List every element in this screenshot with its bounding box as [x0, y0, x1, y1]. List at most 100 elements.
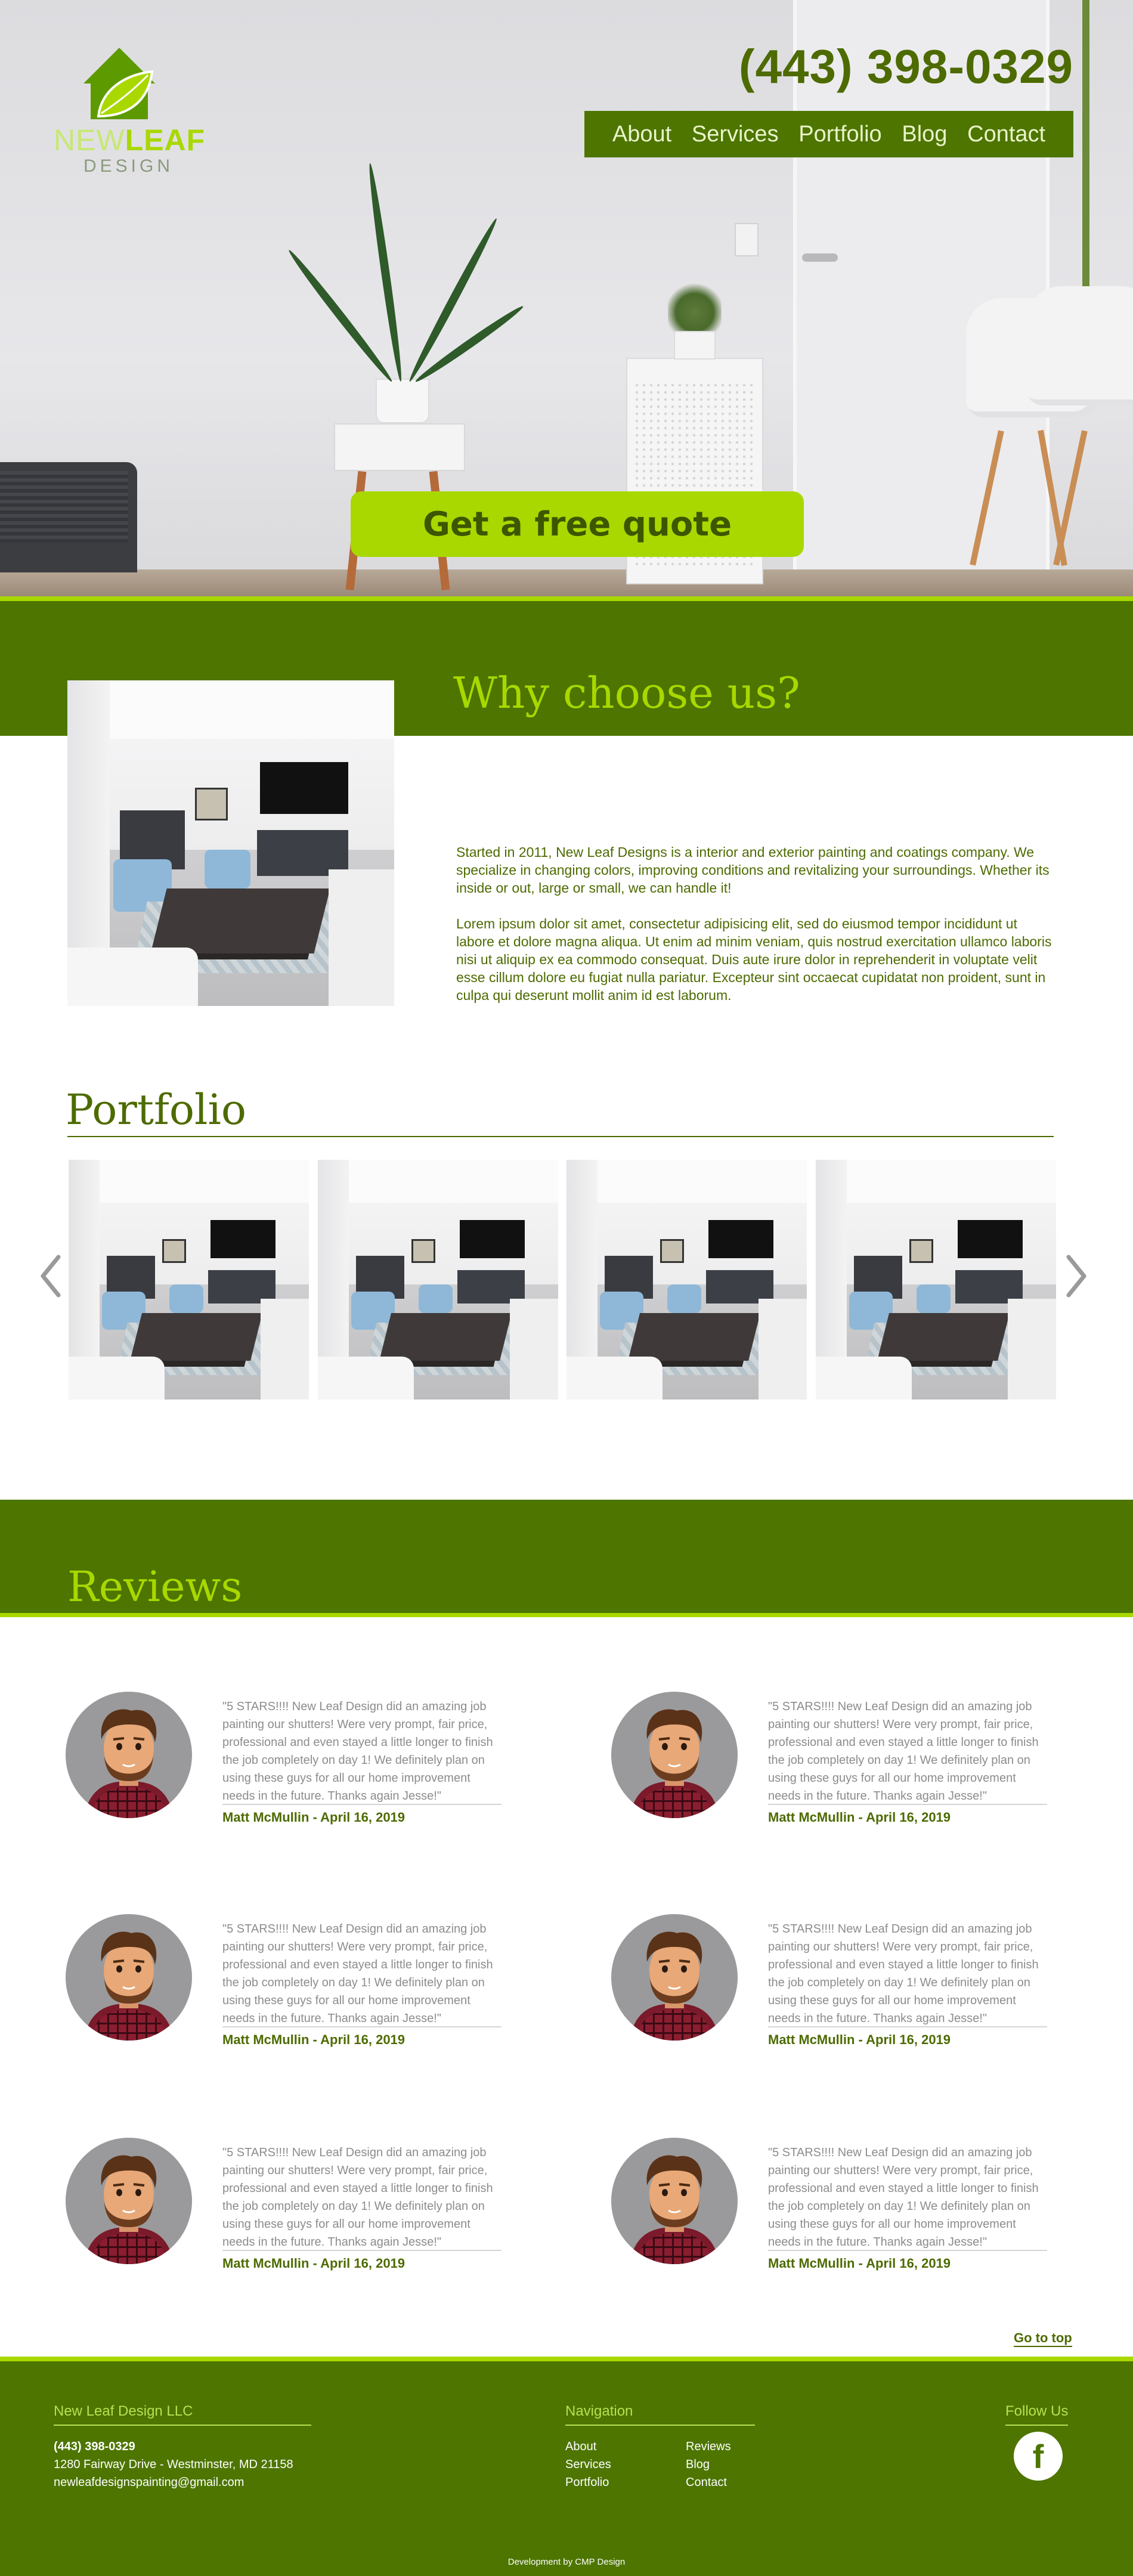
room-coffee-table: [627, 1313, 760, 1361]
logo-wordmark: NEWLEAF: [54, 125, 205, 155]
herb-pot-decor: [674, 331, 716, 360]
avatar-illustration: [83, 2155, 174, 2264]
review-text: "5 STARS!!!! New Leaf Design did an amaz…: [222, 2146, 493, 2249]
footer-nav-heading: Navigation: [565, 2403, 755, 2426]
room-armchair: [917, 1284, 951, 1314]
plant-leaf: [366, 162, 405, 382]
avatar: [66, 1692, 192, 1818]
room-sofa: [69, 1356, 165, 1400]
room-sofa: [510, 1299, 558, 1400]
site-logo[interactable]: NEWLEAF DESIGN: [48, 42, 205, 176]
why-paragraph-1: Started in 2011, New Leaf Designs is a i…: [456, 844, 1050, 896]
footer-nav-contact[interactable]: Contact: [686, 2476, 727, 2490]
go-to-top-link[interactable]: Go to top: [1014, 2330, 1072, 2347]
hero-accent-line: [0, 596, 1133, 601]
nav-blog[interactable]: Blog: [902, 122, 947, 147]
review-text: "5 STARS!!!! New Leaf Design did an amaz…: [222, 1922, 493, 2025]
room-armchair: [169, 1284, 203, 1314]
room-coffee-table: [877, 1313, 1010, 1361]
reviews-title: Reviews: [67, 1562, 243, 1611]
nav-contact[interactable]: Contact: [967, 122, 1045, 147]
footer-follow-heading: Follow Us: [1005, 2403, 1069, 2426]
room-tv: [210, 1219, 275, 1258]
review-card: "5 STARS!!!! New Leaf Design did an amaz…: [66, 1914, 543, 2057]
room-tv: [260, 761, 349, 814]
portfolio-item[interactable]: [816, 1160, 1056, 1400]
footer-email[interactable]: newleafdesignspainting@gmail.com: [54, 2476, 244, 2490]
room-illustration: [566, 1160, 807, 1400]
bamboo-decor: [1082, 0, 1089, 322]
portfolio-item[interactable]: [566, 1160, 807, 1400]
room-ceiling: [318, 1160, 558, 1203]
footer-nav-blog[interactable]: Blog: [686, 2458, 710, 2472]
footer-nav-reviews[interactable]: Reviews: [686, 2440, 731, 2454]
review-divider: [768, 2250, 1047, 2251]
main-nav: About Services Portfolio Blog Contact: [584, 111, 1073, 157]
review-divider: [222, 1804, 502, 1805]
room-frame: [194, 788, 228, 821]
room-armchair: [419, 1284, 453, 1314]
chair-leg: [1053, 430, 1088, 566]
portfolio-item[interactable]: [318, 1160, 558, 1400]
footer-company-heading: New Leaf Design LLC: [54, 2403, 311, 2426]
chevron-left-icon[interactable]: [38, 1252, 62, 1300]
logo-word-leaf: LEAF: [125, 123, 206, 157]
avatar: [611, 1914, 738, 2041]
review-author: Matt McMullin - April 16, 2019: [222, 2032, 405, 2047]
review-divider: [222, 2026, 502, 2027]
nav-about[interactable]: About: [612, 122, 671, 147]
logo-subtitle: DESIGN: [83, 156, 174, 176]
portfolio-title: Portfolio: [66, 1085, 246, 1134]
footer-nav-about[interactable]: About: [565, 2440, 596, 2454]
review-divider: [768, 2026, 1047, 2027]
header-phone[interactable]: (443) 398-0329: [739, 39, 1073, 94]
room-sofa: [816, 1356, 912, 1400]
light-switch-decor: [735, 223, 759, 256]
chevron-right-icon[interactable]: [1065, 1252, 1089, 1300]
room-coffee-table: [379, 1313, 512, 1361]
room-sofa: [1008, 1299, 1056, 1400]
review-divider: [222, 2250, 502, 2251]
avatar: [611, 1692, 738, 1818]
review-author: Matt McMullin - April 16, 2019: [768, 1810, 951, 1825]
nav-services[interactable]: Services: [692, 122, 779, 147]
room-ceiling: [69, 1160, 309, 1203]
avatar: [66, 2138, 192, 2264]
room-sofa: [261, 1299, 309, 1400]
avatar-illustration: [83, 1709, 174, 1818]
avatar-illustration: [629, 2155, 720, 2264]
room-ceiling: [816, 1160, 1056, 1203]
review-text: "5 STARS!!!! New Leaf Design did an amaz…: [768, 2146, 1039, 2249]
room-frame: [660, 1239, 685, 1263]
portfolio-item[interactable]: [69, 1160, 309, 1400]
room-armchair: [667, 1284, 701, 1314]
footer-credit: Development by CMP Design: [507, 2557, 626, 2567]
room-tv: [459, 1219, 525, 1258]
room-ceiling: [566, 1160, 807, 1203]
chair-decor: [1026, 286, 1133, 405]
sofa-texture-decor: [0, 471, 128, 543]
plant-pot-decor: [376, 379, 429, 423]
footer-accent-line: [0, 2357, 1133, 2361]
room-frame: [909, 1239, 934, 1263]
why-title: Why choose us?: [453, 668, 800, 718]
room-coffee-table: [129, 1313, 262, 1361]
room-frame: [411, 1239, 436, 1263]
footer-phone[interactable]: (443) 398-0329: [54, 2440, 135, 2454]
room-coffee-table: [150, 888, 331, 954]
footer-nav-services[interactable]: Services: [565, 2458, 611, 2472]
nav-portfolio[interactable]: Portfolio: [798, 122, 881, 147]
room-illustration: [318, 1160, 558, 1400]
room-tv: [708, 1219, 773, 1258]
room-frame: [162, 1239, 187, 1263]
site-footer: New Leaf Design LLC (443) 398-0329 1280 …: [0, 2361, 1133, 2576]
room-illustration: [816, 1160, 1056, 1400]
room-sofa: [318, 1356, 414, 1400]
free-quote-button[interactable]: Get a free quote: [351, 491, 804, 557]
portfolio-divider: [67, 1136, 1054, 1137]
review-author: Matt McMullin - April 16, 2019: [222, 2256, 405, 2271]
facebook-icon[interactable]: f: [1014, 2432, 1063, 2481]
why-paragraph-2: Lorem ipsum dolor sit amet, consectetur …: [456, 916, 1052, 1003]
review-text: "5 STARS!!!! New Leaf Design did an amaz…: [222, 1700, 493, 1803]
footer-nav-portfolio[interactable]: Portfolio: [565, 2476, 609, 2490]
